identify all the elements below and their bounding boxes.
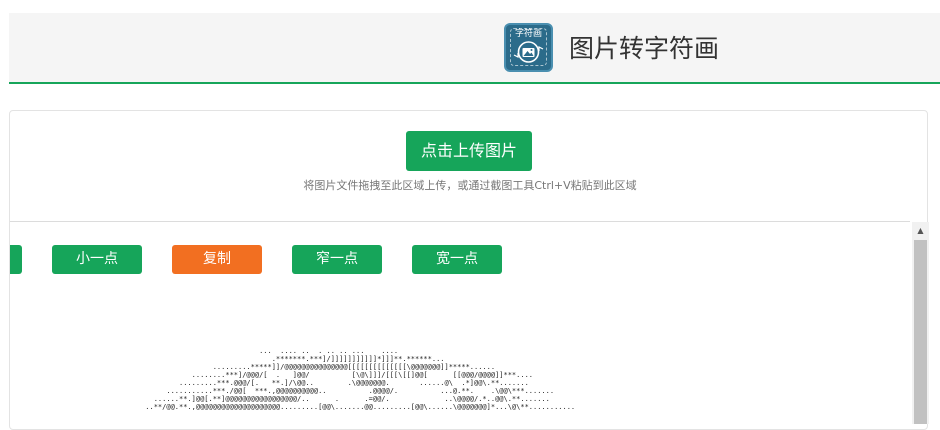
app-logo: 字符画	[504, 23, 553, 72]
copy-button[interactable]: 复制	[172, 245, 262, 274]
narrower-button[interactable]: 窄一点	[292, 245, 382, 274]
ascii-line: ..**/@@.**.,@@@@@@@@@@@@@@@@@@@@........…	[120, 403, 576, 411]
app-header: 字符画 图片转字符画	[9, 13, 940, 84]
ascii-line: ...........***./@@[ ***.,@@@@@@@@@@.. .@…	[120, 387, 555, 395]
ascii-art-output: ... .... .. . .. .. ... .... .*******.**…	[120, 347, 575, 411]
scroll-thumb[interactable]	[914, 240, 927, 424]
scroll-up-arrow-icon[interactable]: ▲	[912, 222, 929, 239]
page-title: 图片转字符画	[569, 34, 720, 63]
ascii-line: ......**.]@@[.**]@@@@@@@@@@@@@@@@@/.. . …	[120, 395, 550, 403]
larger-button[interactable]	[10, 245, 22, 274]
wider-button[interactable]: 宽一点	[412, 245, 502, 274]
vertical-scrollbar[interactable]: ▲	[912, 222, 929, 424]
image-icon	[513, 41, 544, 63]
upload-image-button[interactable]: 点击上传图片	[406, 131, 532, 171]
ascii-line: ........***]/@@@/[ . ]@@/ [\@\]]]/[[[\[[…	[120, 371, 534, 379]
ascii-line: .*******.***]/]]]]]]]]]]]*]]]**.******..…	[120, 355, 445, 363]
ascii-line: .........*****]]/@@@@@@@@@@@@@@@[[[[[[[[…	[120, 363, 496, 371]
ascii-line: ... .... .. . .. .. ... ....	[120, 347, 399, 355]
ascii-line: .........***.@@@/[. **.]/\@@.. .\@@@@@@@…	[120, 379, 529, 387]
smaller-button[interactable]: 小一点	[52, 245, 142, 274]
ascii-viewer[interactable]: 小一点 复制 窄一点 宽一点 ... .... .. . .. .. ... .…	[10, 222, 910, 424]
upload-hint: 将图片文件拖拽至此区域上传，或通过截图工具Ctrl+V粘贴到此区域	[303, 179, 637, 192]
